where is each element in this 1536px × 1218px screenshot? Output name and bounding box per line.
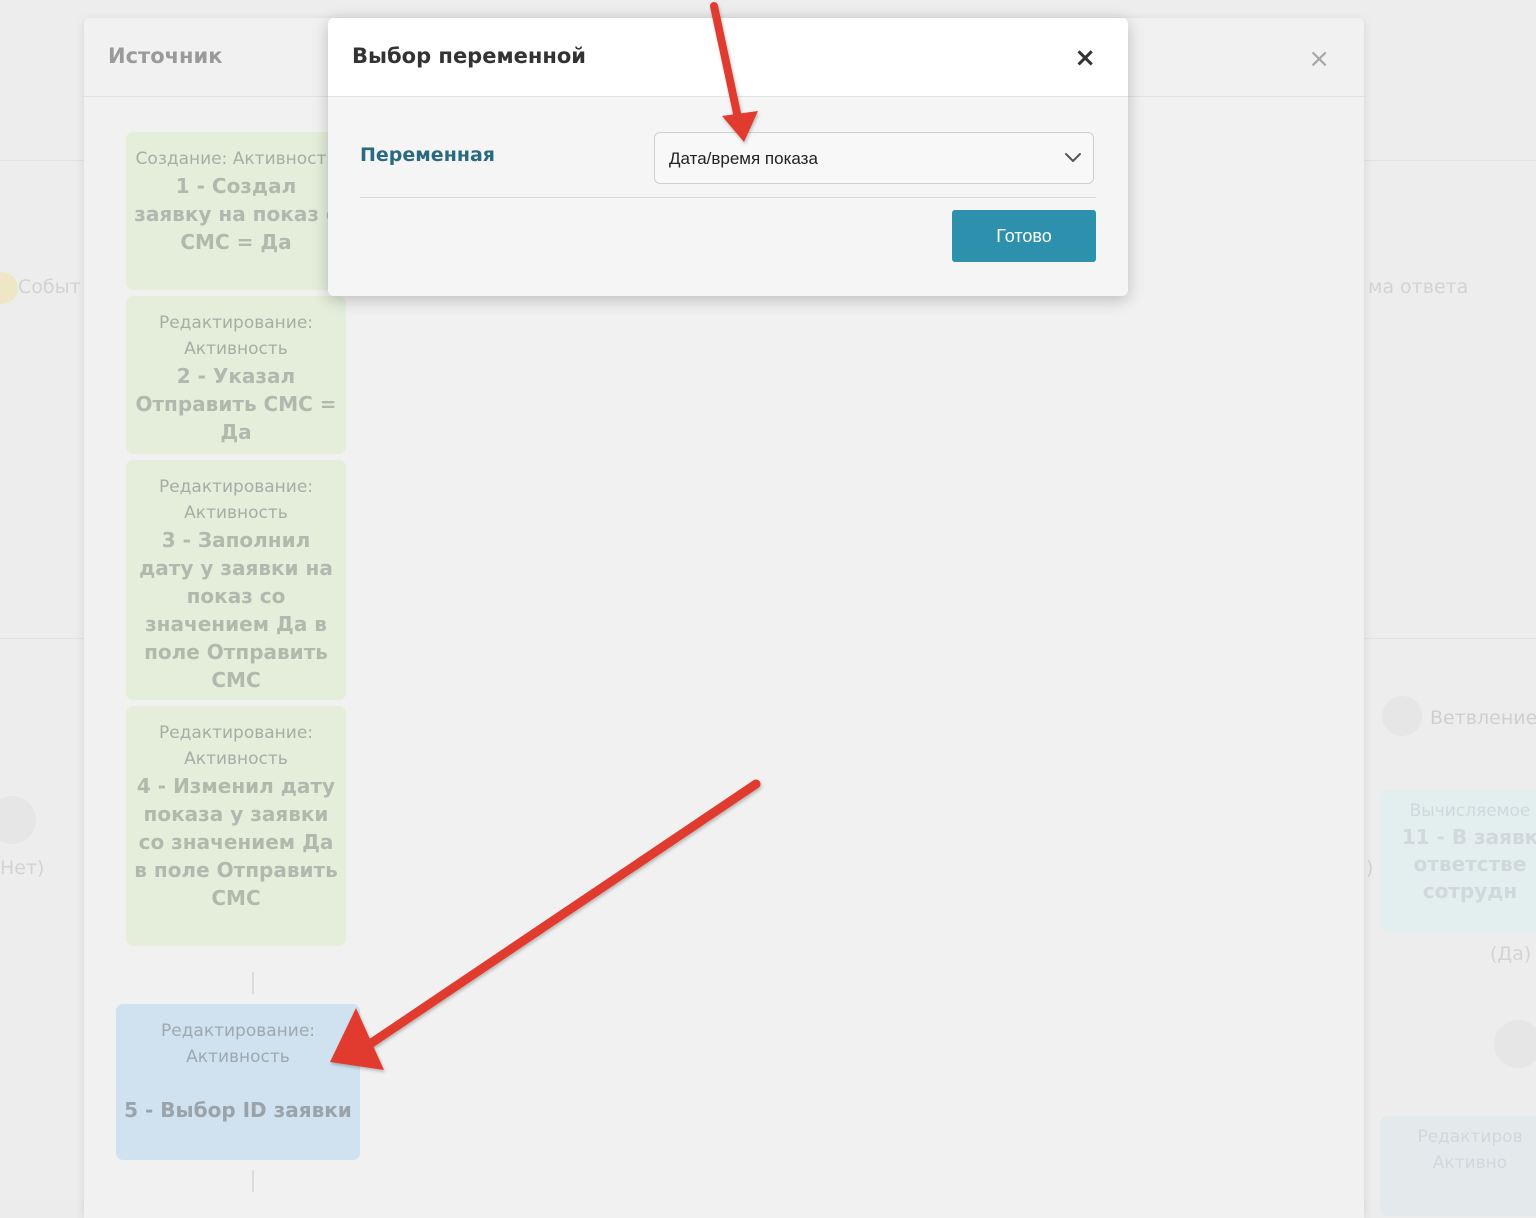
bg-node-computed: Вычисляемое 11 - В заявк ответстве сотру… [1380,790,1536,932]
bg-branch-label: Ветвление [1430,707,1536,729]
card-kind: Создание: Активность [135,149,337,169]
chevron-down-icon [1065,153,1081,162]
source-card-4[interactable]: Редактирование: Активность 4 - Изменил д… [126,706,346,946]
bg-node-kind: Редактиров [1417,1127,1523,1147]
card-kind: Редактирование: Активность [158,723,314,769]
card-name: 2 - Указал Отправить СМС = Да [135,364,337,444]
branch-icon [1382,696,1422,736]
bg-node-edit: Редактиров Активно [1380,1116,1536,1216]
card-name: 3 - Заполнил дату у заявки на показ со з… [139,528,333,692]
bg-node-name: Активно [1432,1153,1508,1173]
source-card-5[interactable]: Редактирование: Активность 5 - Выбор ID … [116,1004,360,1160]
card-kind: Редактирование: Активность [158,477,314,523]
source-card-3[interactable]: Редактирование: Активность 3 - Заполнил … [126,460,346,700]
bg-node-kind: Вычисляемое [1409,801,1531,821]
variable-select-value: Дата/время показа [669,149,818,168]
bg-node-name: 11 - В заявк ответстве сотрудн [1401,825,1536,903]
variable-select[interactable]: Дата/время показа [654,132,1094,184]
variable-select-dialog: Выбор переменной × Переменная Дата/время… [328,18,1128,296]
bg-response-label: ма ответа [1368,276,1469,298]
card-kind: Редактирование: Активность [160,1021,316,1067]
close-icon[interactable]: × [1074,45,1096,71]
card-name: 5 - Выбор ID заявки [124,1098,352,1122]
card-connector [252,1170,254,1192]
card-name: 1 - Создал заявку на показ с СМС = Да [134,174,338,254]
card-name: 4 - Изменил дату показа у заявки со знач… [134,774,338,910]
card-kind: Редактирование: Активность [158,313,314,359]
event-icon [0,272,18,304]
dialog-divider [360,197,1096,198]
add-node-icon [1494,1020,1536,1068]
bg-branch-paren: ) [1366,857,1374,879]
done-button[interactable]: Готово [952,210,1096,262]
add-node-icon [0,796,36,844]
card-connector [252,972,254,994]
bg-branch-no-label: Нет) [0,857,45,879]
bg-branch-yes-label: (Да) [1490,943,1532,965]
dialog-header: Выбор переменной × [328,18,1128,97]
close-icon[interactable]: × [1308,46,1330,72]
variable-field-label: Переменная [360,144,495,166]
source-modal-title: Источник [108,44,223,68]
source-card-1[interactable]: Создание: Активность 1 - Создал заявку н… [126,132,346,290]
bg-event-label: Событ [18,276,81,298]
dialog-title: Выбор переменной [352,44,587,68]
source-card-2[interactable]: Редактирование: Активность 2 - Указал От… [126,296,346,454]
